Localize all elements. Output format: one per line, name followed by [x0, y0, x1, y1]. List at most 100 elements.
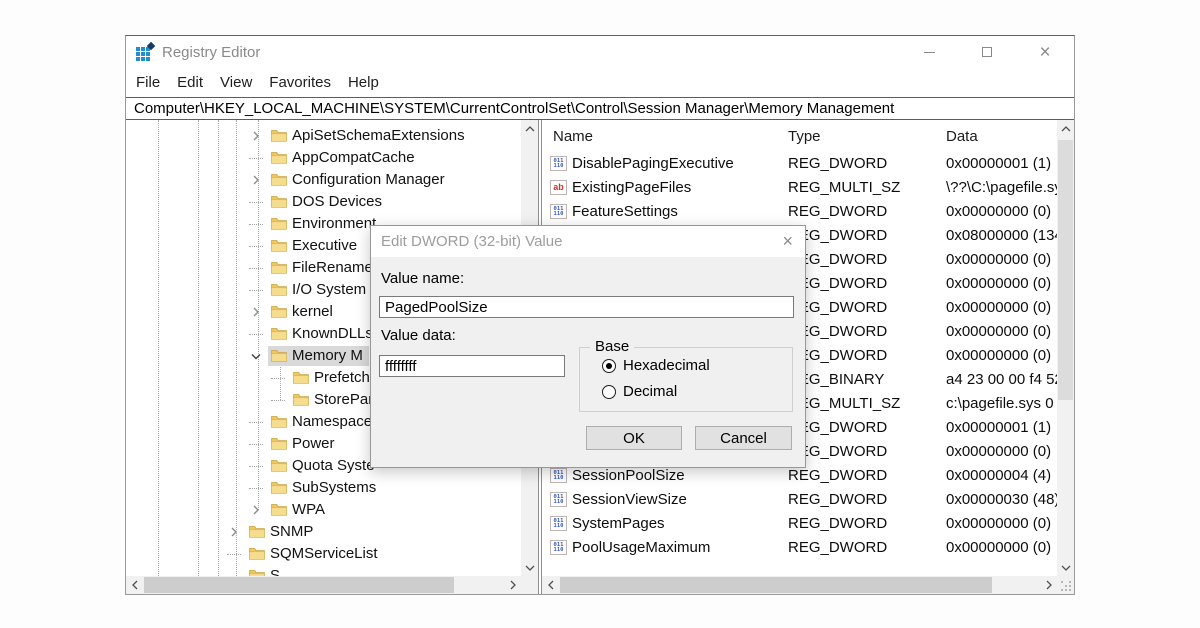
scroll-left-icon[interactable]: [126, 576, 143, 594]
tree-item-content[interactable]: SubSystems: [268, 478, 382, 498]
scroll-up-icon[interactable]: [521, 120, 538, 137]
tree-item-subsystems[interactable]: SubSystems: [126, 477, 382, 499]
tree-item-content[interactable]: Power: [268, 434, 341, 454]
tree-item-namespace[interactable]: Namespace: [126, 411, 378, 433]
cancel-button[interactable]: Cancel: [695, 426, 792, 450]
tree-item-apisetschemaextensions[interactable]: ApiSetSchemaExtensions: [126, 125, 471, 147]
chevron-down-icon[interactable]: [248, 348, 264, 364]
tree-item-storepar[interactable]: StorePar: [126, 389, 379, 411]
ok-button[interactable]: OK: [586, 426, 682, 450]
scroll-right-icon[interactable]: [504, 576, 521, 594]
radio-decimal[interactable]: Decimal: [602, 383, 677, 400]
tree-horizontal-scrollbar[interactable]: [126, 576, 521, 594]
tree-item-content[interactable]: kernel: [268, 302, 339, 322]
tree-hscroll-thumb[interactable]: [144, 577, 454, 593]
tree-item-dos-devices[interactable]: DOS Devices: [126, 191, 388, 213]
value-row-existingpagefiles[interactable]: abExistingPageFilesREG_MULTI_SZ\??\C:\pa…: [542, 176, 1057, 200]
chevron-right-icon[interactable]: [248, 128, 264, 144]
resize-grip-icon[interactable]: [1061, 581, 1071, 591]
menu-favorites[interactable]: Favorites: [269, 74, 331, 91]
tree-item-label: Memory M: [292, 347, 363, 364]
tree-item-content[interactable]: StorePar: [290, 390, 379, 410]
maximize-button[interactable]: [958, 36, 1016, 68]
value-data-input[interactable]: [379, 355, 565, 377]
dialog-close-button[interactable]: ×: [782, 226, 793, 257]
tree-item-content[interactable]: S: [246, 566, 286, 576]
scroll-right-icon[interactable]: [1040, 576, 1057, 594]
tree-expander[interactable]: [248, 502, 264, 518]
tree-item-s[interactable]: S: [126, 565, 286, 576]
scroll-down-icon[interactable]: [1057, 559, 1074, 576]
tree-item-content[interactable]: SQMServiceList: [246, 544, 384, 564]
value-name-input[interactable]: [379, 296, 794, 318]
tree-item-content[interactable]: SNMP: [246, 522, 319, 542]
radio-button-icon[interactable]: [602, 385, 616, 399]
tree-item-power[interactable]: Power: [126, 433, 341, 455]
tree-item-content[interactable]: Environment: [268, 214, 382, 234]
tree-item-content[interactable]: Namespace: [268, 412, 378, 432]
tree-expander[interactable]: [248, 172, 264, 188]
list-vscroll-thumb[interactable]: [1058, 140, 1073, 400]
tree-item-content[interactable]: Prefetch: [290, 368, 376, 388]
tree-item-content[interactable]: Quota Syste: [268, 456, 381, 476]
tree-item-knowndlls[interactable]: KnownDLLs: [126, 323, 379, 345]
scroll-up-icon[interactable]: [1057, 120, 1074, 137]
tree-expander[interactable]: [248, 128, 264, 144]
tree-item-content[interactable]: AppCompatCache: [268, 148, 421, 168]
value-row-featuresettings[interactable]: 011110FeatureSettingsREG_DWORD0x00000000…: [542, 200, 1057, 224]
value-row-poolusagemaximum[interactable]: 011110PoolUsageMaximumREG_DWORD0x0000000…: [542, 536, 1057, 560]
radio-hexadecimal[interactable]: Hexadecimal: [602, 357, 710, 374]
value-row-systempages[interactable]: 011110SystemPagesREG_DWORD0x00000000 (0): [542, 512, 1057, 536]
value-row-sessionviewsize[interactable]: 011110SessionViewSizeREG_DWORD0x00000030…: [542, 488, 1057, 512]
address-bar[interactable]: Computer\HKEY_LOCAL_MACHINE\SYSTEM\Curre…: [126, 97, 1074, 120]
tree-expander[interactable]: [226, 524, 242, 540]
tree-item-wpa[interactable]: WPA: [126, 499, 331, 521]
menu-edit[interactable]: Edit: [177, 74, 203, 91]
chevron-right-icon[interactable]: [248, 172, 264, 188]
menu-file[interactable]: File: [136, 74, 160, 91]
tree-item-content[interactable]: KnownDLLs: [268, 324, 379, 344]
tree-expander[interactable]: [248, 348, 264, 364]
column-header-name[interactable]: Name: [553, 128, 593, 145]
tree-item-content[interactable]: WPA: [268, 500, 331, 520]
tree-item-quota-syste[interactable]: Quota Syste: [126, 455, 381, 477]
radio-button-icon[interactable]: [602, 359, 616, 373]
chevron-right-icon[interactable]: [248, 502, 264, 518]
tree-item-content[interactable]: DOS Devices: [268, 192, 388, 212]
tree-item-prefetch[interactable]: Prefetch: [126, 367, 376, 389]
menu-view[interactable]: View: [220, 74, 252, 91]
tree-item-content[interactable]: Configuration Manager: [268, 170, 451, 190]
column-header-data[interactable]: Data: [946, 128, 978, 145]
tree-item-memory-m[interactable]: Memory M: [126, 345, 369, 367]
tree-item-configuration-manager[interactable]: Configuration Manager: [126, 169, 451, 191]
title-bar: Registry Editor ×: [126, 36, 1074, 68]
menu-help[interactable]: Help: [348, 74, 379, 91]
list-hscroll-thumb[interactable]: [560, 577, 992, 593]
tree-item-content[interactable]: FileRename: [268, 258, 379, 278]
chevron-right-icon[interactable]: [226, 524, 242, 540]
minimize-button[interactable]: [900, 36, 958, 68]
scroll-down-icon[interactable]: [521, 559, 538, 576]
tree-item-appcompatcache[interactable]: AppCompatCache: [126, 147, 421, 169]
tree-item-content[interactable]: Memory M: [268, 346, 369, 366]
close-button[interactable]: ×: [1016, 36, 1074, 68]
tree-item-executive[interactable]: Executive: [126, 235, 363, 257]
tree-item-snmp[interactable]: SNMP: [126, 521, 319, 543]
tree-item-content[interactable]: Executive: [268, 236, 363, 256]
list-horizontal-scrollbar[interactable]: [542, 576, 1057, 594]
dotted-connector: [271, 378, 285, 379]
tree-item-sqmservicelist[interactable]: SQMServiceList: [126, 543, 384, 565]
scroll-left-icon[interactable]: [542, 576, 559, 594]
column-header-type[interactable]: Type: [788, 128, 821, 145]
tree-item-content[interactable]: I/O System: [268, 280, 372, 300]
folder-icon: [271, 415, 287, 428]
tree-item-content[interactable]: ApiSetSchemaExtensions: [268, 126, 471, 146]
tree-item-filerename[interactable]: FileRename: [126, 257, 379, 279]
tree-item-kernel[interactable]: kernel: [126, 301, 339, 323]
tree-item-environment[interactable]: Environment: [126, 213, 382, 235]
list-vertical-scrollbar[interactable]: [1057, 120, 1074, 576]
value-row-disablepagingexecutive[interactable]: 011110DisablePagingExecutiveREG_DWORD0x0…: [542, 152, 1057, 176]
tree-expander[interactable]: [248, 304, 264, 320]
chevron-right-icon[interactable]: [248, 304, 264, 320]
tree-item-i-o-system[interactable]: I/O System: [126, 279, 372, 301]
